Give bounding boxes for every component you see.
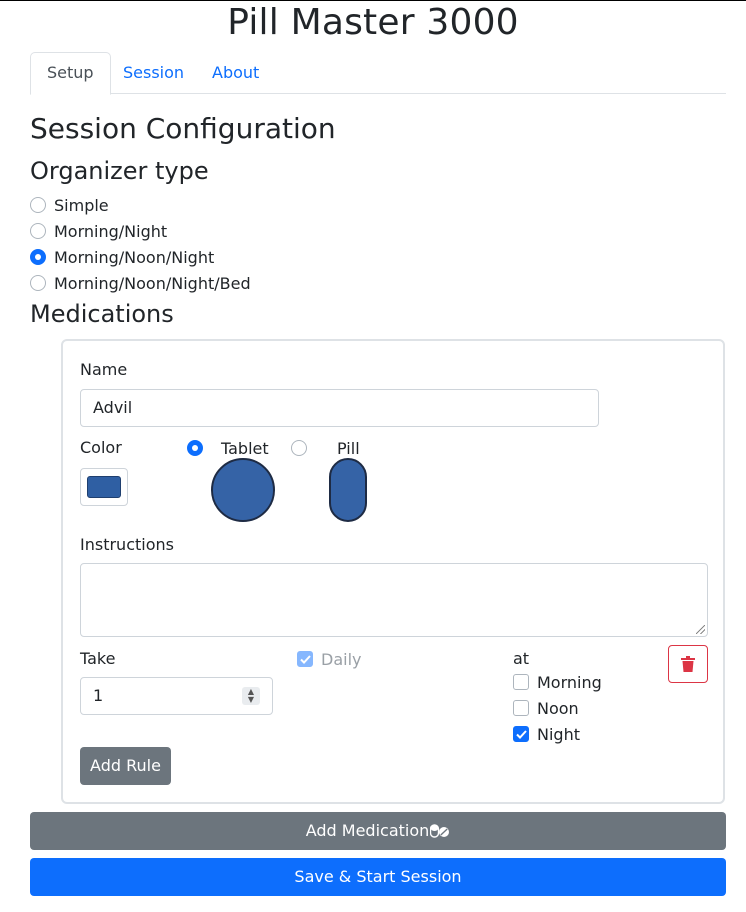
tablet-shape-preview[interactable] [211,458,275,522]
add-rule-button[interactable]: Add Rule [80,747,171,785]
radio-tablet[interactable] [187,440,203,456]
instructions-textarea[interactable] [80,563,708,637]
medications-heading: Medications [30,300,174,328]
organizer-option-label: Morning/Noon/Night [54,247,215,267]
at-label: at [513,649,530,668]
radio-morning-night[interactable] [30,223,46,239]
tab-setup[interactable]: Setup [30,52,111,95]
delete-rule-button[interactable] [668,645,708,683]
organizer-option-label: Simple [54,195,109,215]
shape-option-label: Pill [337,438,360,458]
instructions-label: Instructions [80,535,174,554]
pill-shape-preview[interactable] [329,458,367,522]
tab-session[interactable]: Session [107,52,200,94]
check-icon [299,654,311,664]
time-option-label: Morning [537,672,602,692]
save-start-session-button[interactable]: Save & Start Session [30,858,726,896]
pills-icon [430,824,450,838]
tab-bar: Setup Session About [30,52,726,95]
shape-option-label: Tablet [221,438,269,458]
medication-name-input[interactable]: Advil [80,389,599,427]
spinner-arrows-icon[interactable]: ▲ ▼ [242,687,260,705]
shape-option-tablet[interactable]: Tablet [187,437,269,459]
morning-checkbox[interactable] [513,674,529,690]
organizer-option-label: Morning/Noon/Night/Bed [54,273,251,293]
session-configuration-heading: Session Configuration [30,112,336,145]
organizer-option-morning-night[interactable]: Morning/Night [30,220,167,242]
organizer-option-simple[interactable]: Simple [30,194,109,216]
shape-option-pill[interactable]: Pill [291,437,360,459]
take-label: Take [80,649,116,668]
time-option-label: Noon [537,698,579,718]
organizer-type-heading: Organizer type [30,157,209,185]
take-quantity-input[interactable]: 1 ▲ ▼ [80,677,273,715]
resize-grip-icon[interactable] [696,625,705,634]
color-picker[interactable] [80,468,128,506]
daily-checkbox-row[interactable]: Daily [297,648,361,670]
add-medication-button[interactable]: Add Medication [30,812,726,850]
tab-about[interactable]: About [196,52,275,94]
night-checkbox[interactable] [513,726,529,742]
organizer-option-label: Morning/Night [54,221,168,241]
color-swatch [87,476,121,498]
organizer-option-morning-noon-night-bed[interactable]: Morning/Noon/Night/Bed [30,272,251,294]
top-border [0,0,746,1]
radio-simple[interactable] [30,197,46,213]
radio-pill[interactable] [291,440,307,456]
take-quantity-value: 1 [93,686,104,705]
app-title: Pill Master 3000 [227,2,519,43]
medication-card: Name Advil Color Tablet Pill Instruction… [61,339,725,804]
daily-label: Daily [321,649,362,669]
noon-checkbox[interactable] [513,700,529,716]
daily-checkbox[interactable] [297,651,313,667]
radio-morning-noon-night[interactable] [30,249,46,265]
time-option-label: Night [537,724,580,744]
add-medication-label: Add Medication [305,821,430,840]
time-option-morning[interactable]: Morning [513,671,602,693]
check-icon [515,729,527,739]
radio-morning-noon-night-bed[interactable] [30,275,46,291]
name-label: Name [80,360,128,379]
time-option-night[interactable]: Night [513,723,580,745]
color-label: Color [80,438,122,457]
trash-icon [681,656,695,672]
organizer-option-morning-noon-night[interactable]: Morning/Noon/Night [30,246,214,268]
time-option-noon[interactable]: Noon [513,697,579,719]
